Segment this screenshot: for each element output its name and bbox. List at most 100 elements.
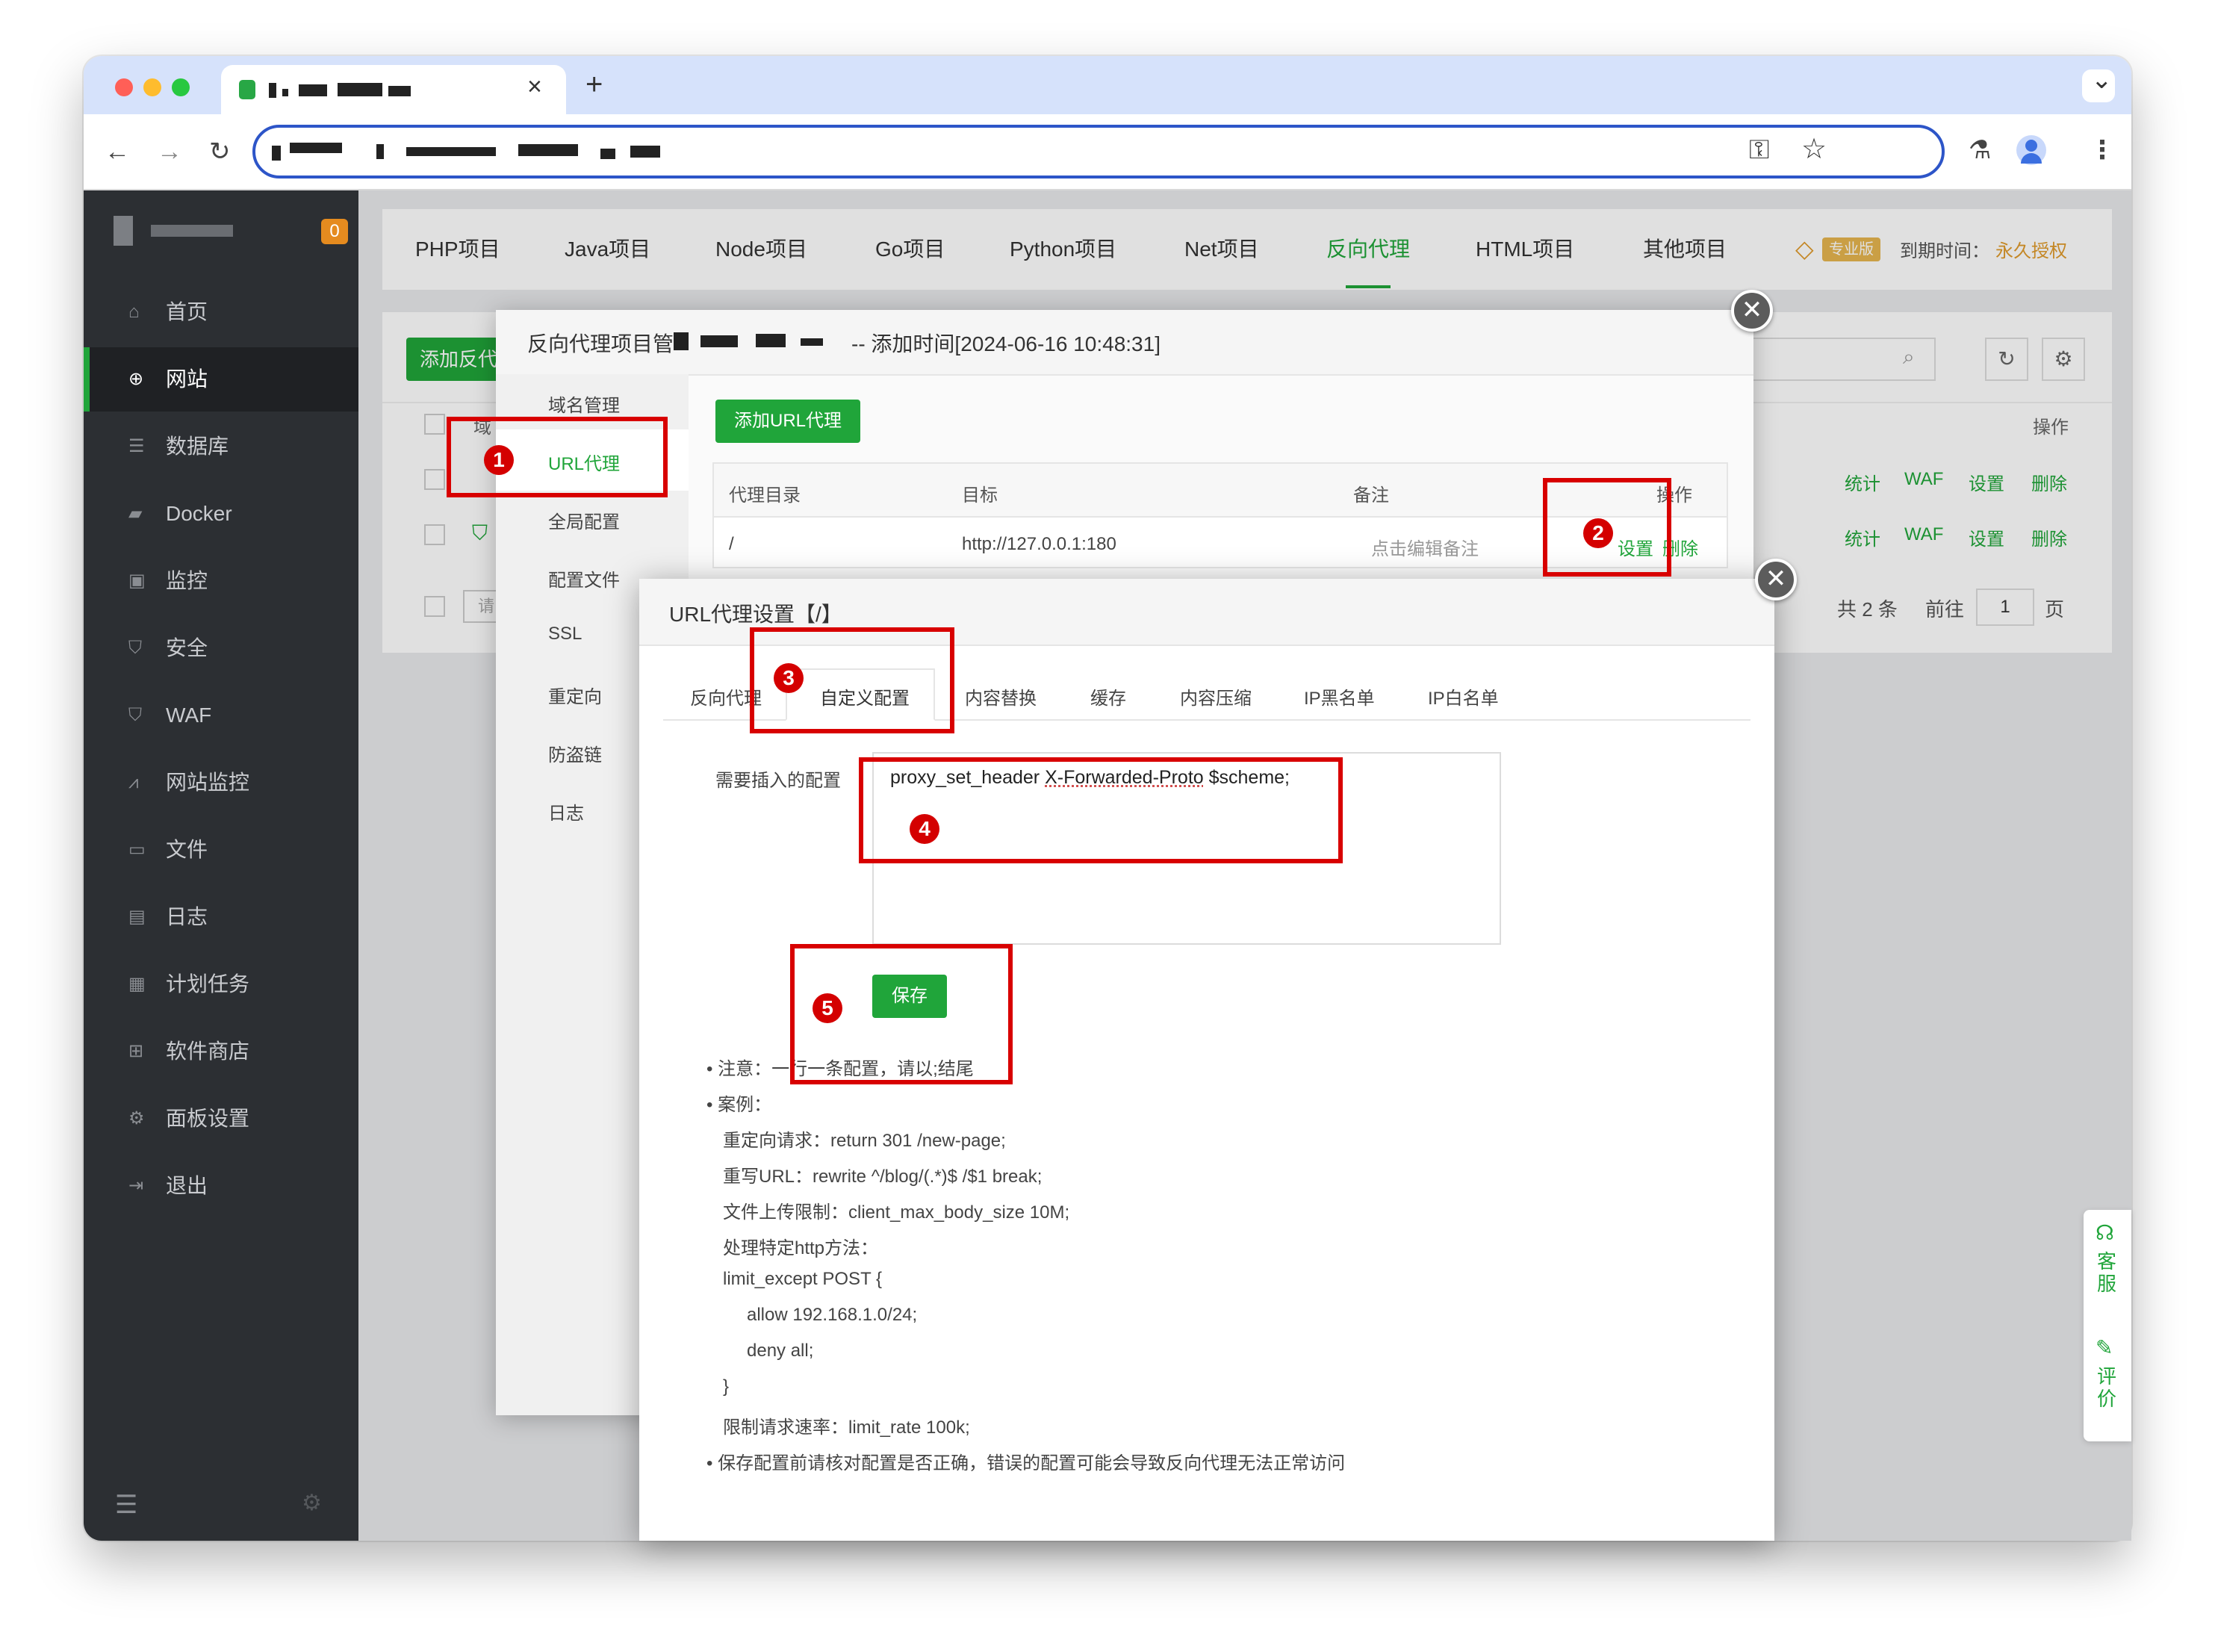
note-line: 重写URL：rewrite ^/blog/(.*)$ /$1 break; [723,1167,1043,1187]
annotation-badge-1: 1 [484,445,514,475]
row-target: http://127.0.0.1:180 [962,534,1116,554]
menu-config-file[interactable]: 配置文件 [548,565,620,591]
menu-domain[interactable]: 域名管理 [548,391,620,417]
chart-icon: ⩘ [128,772,139,792]
new-tab-button[interactable]: + [585,68,603,102]
sidebar-item-website[interactable]: ⊕ 网站 [84,347,358,412]
config-field-label: 需要插入的配置 [715,771,841,791]
add-url-proxy-button[interactable]: 添加URL代理 [715,400,860,443]
th-target: 目标 [962,485,998,506]
browser-tab-active[interactable]: × [221,65,566,114]
kebab-menu-icon[interactable]: ⋮ [2090,135,2115,165]
sidebar-item-logs[interactable]: ▤ 日志 [84,885,358,949]
shield-icon: ⛉ [128,638,142,658]
back-arrow-icon[interactable]: ← [105,137,130,167]
window-zoom-button[interactable] [172,78,190,96]
sidebar-item-site-monitor[interactable]: ⩘ 网站监控 [84,751,358,815]
sidebar-item-files[interactable]: ▭ 文件 [84,818,358,882]
grid-icon: ⊞ [128,1041,144,1061]
modal-close-icon[interactable]: ✕ [1755,559,1797,600]
sidebar-item-docker[interactable]: ▰ Docker [84,482,358,546]
panel-title: 反向代理项目管 [527,332,674,355]
th-note: 备注 [1353,485,1389,506]
logo-icon [114,216,133,246]
note-line: deny all; [747,1341,814,1361]
collapse-menu-icon[interactable]: ☰ [115,1490,137,1520]
window-close-button[interactable] [115,78,133,96]
calendar-icon: ▦ [128,974,146,994]
folder-icon: ▭ [128,839,146,860]
chevron-down-icon: ⌄ [2091,66,2113,94]
sidebar-item-store[interactable]: ⊞ 软件商店 [84,1019,358,1084]
tab-cache[interactable]: 缓存 [1090,683,1126,709]
globe-icon: ⊕ [128,369,144,389]
sidebar-item-database[interactable]: ☰ 数据库 [84,414,358,479]
forward-arrow-icon[interactable]: → [157,137,182,167]
row-dir: / [729,534,734,554]
note-line: 文件上传限制：client_max_body_size 10M; [723,1202,1070,1223]
bookmark-star-icon[interactable]: ☆ [1801,132,1827,166]
annotation-badge-3: 3 [774,663,804,693]
tab-content-replace[interactable]: 内容替换 [965,683,1037,709]
sidebar-item-security[interactable]: ⛉ 安全 [84,616,358,680]
window-minimize-button[interactable] [143,78,161,96]
sidebar-item-logout[interactable]: ⇥ 退出 [84,1154,358,1218]
tab-title-obscured [269,81,433,98]
key-icon[interactable]: ⚿ [1749,134,1769,166]
server-name-obscured [151,225,233,237]
menu-redirect[interactable]: 重定向 [548,682,602,708]
note-line: 处理特定http方法： [723,1238,879,1258]
log-icon: ▤ [128,907,146,927]
review-button[interactable]: 评价 [2097,1365,2119,1410]
note-line: limit_except POST { [723,1269,882,1289]
home-icon: ⌂ [128,302,140,322]
edit-icon: ✎ [2096,1336,2113,1359]
menu-hotlink[interactable]: 防盗链 [548,740,602,766]
project-name-obscured [674,332,845,350]
reload-icon[interactable]: ↻ [209,137,231,167]
tab-search-button[interactable]: ⌄ [2082,66,2115,102]
address-bar[interactable]: ⚿ ☆ [252,125,1945,178]
sidebar-item-home[interactable]: ⌂ 首页 [84,280,358,344]
th-dir: 代理目录 [729,485,801,506]
panel-subtitle: -- 添加时间[2024-06-16 10:48:31] [851,332,1161,355]
tab-ip-blacklist[interactable]: IP黑名单 [1304,683,1375,709]
annotation-box-1 [447,417,668,497]
url-obscured [272,141,690,164]
tab-compression[interactable]: 内容压缩 [1180,683,1252,709]
note-line: 重定向请求：return 301 /new-page; [723,1131,1006,1151]
annotation-badge-4: 4 [910,814,939,844]
logout-icon: ⇥ [128,1176,144,1196]
modal-title: URL代理设置【/】 [669,603,842,626]
note-line: 限制请求速率：limit_rate 100k; [723,1417,970,1438]
sidebar: 0 ⌂ 首页 ⊕ 网站 ☰ 数据库 ▰ Docker ▣ 监控 ⛉ 安全 ⛉ WAF ⩘ 网站监… [84,190,358,1541]
sidebar-item-monitor[interactable]: ▣ 监控 [84,549,358,613]
favicon-icon [239,80,255,99]
panel-close-icon[interactable]: ✕ [1731,290,1773,332]
floating-support-widget: ☊ 客服 ✎ 评价 [2084,1210,2131,1441]
database-icon: ☰ [128,436,145,456]
headset-icon: ☊ [2096,1221,2114,1244]
tab-ip-whitelist[interactable]: IP白名单 [1428,683,1499,709]
profile-avatar-icon[interactable] [2016,135,2046,165]
labs-flask-icon[interactable]: ⚗ [1969,135,1991,165]
note-line: • 案例： [706,1095,772,1115]
tab-close-icon[interactable]: × [527,72,542,102]
annotation-box-4 [859,757,1343,863]
menu-logs[interactable]: 日志 [548,798,584,825]
sidebar-item-settings[interactable]: ⚙ 面板设置 [84,1087,358,1151]
sidebar-item-cron[interactable]: ▦ 计划任务 [84,952,358,1016]
annotation-badge-5: 5 [813,993,842,1023]
notification-badge[interactable]: 0 [321,219,348,244]
row-note[interactable]: 点击编辑备注 [1371,534,1479,560]
menu-global-config[interactable]: 全局配置 [548,507,620,533]
annotation-badge-2: 2 [1583,518,1613,548]
note-line: } [723,1376,730,1397]
sidebar-item-waf[interactable]: ⛉ WAF [84,683,358,748]
customer-service-button[interactable]: 客服 [2097,1250,2119,1295]
menu-ssl[interactable]: SSL [548,624,582,645]
note-line: allow 192.168.1.0/24; [747,1305,918,1325]
waf-shield-icon: ⛉ [128,705,142,725]
sidebar-gear-icon[interactable]: ⚙ [302,1490,322,1516]
note-line: • 保存配置前请核对配置是否正确，错误的配置可能会导致反向代理无法正常访问 [706,1453,1346,1474]
